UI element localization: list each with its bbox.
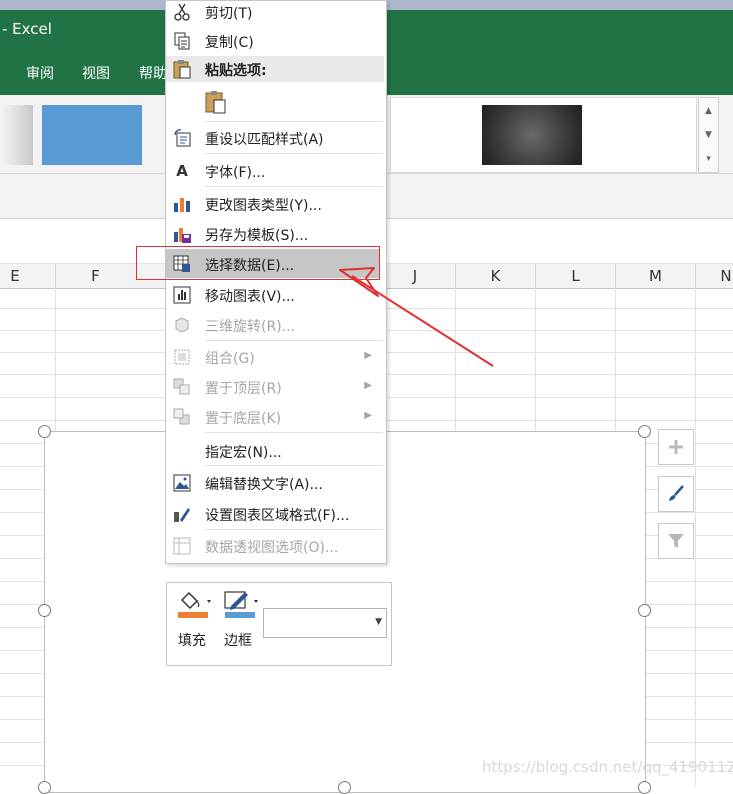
column-header-n[interactable]: N [696, 264, 733, 288]
border-label: 边框 [224, 633, 252, 649]
tab-view[interactable]: 视图 [82, 63, 110, 83]
gallery-up-icon[interactable]: ▲ [700, 100, 717, 122]
border-button[interactable] [223, 590, 263, 620]
alt-text-icon [173, 474, 191, 492]
brush-icon [669, 485, 684, 501]
resize-handle[interactable] [638, 604, 651, 617]
column-header-f[interactable]: F [56, 264, 135, 288]
column-header-e[interactable]: E [0, 264, 30, 288]
menu-item-reset-style[interactable]: 重设以匹配样式(A) [166, 124, 384, 152]
menu-separator [205, 432, 383, 433]
resize-handle[interactable] [638, 781, 651, 794]
resize-handle[interactable] [338, 781, 351, 794]
menu-item-copy[interactable]: 复制(C) [166, 27, 384, 55]
chart-style-thumbnail[interactable] [0, 105, 33, 165]
menu-separator [205, 186, 383, 187]
reset-style-icon [173, 129, 191, 147]
column-header-m[interactable]: M [616, 264, 695, 288]
menu-item-send-to-back[interactable]: 置于底层(K) ▶ [166, 403, 384, 431]
menu-separator [205, 529, 383, 530]
menu-item-paste-options: 粘贴选项: [166, 55, 384, 83]
chevron-right-icon: ▶ [364, 410, 372, 421]
menu-item-pivot-chart-options[interactable]: 数据透视图选项(O)... [166, 532, 384, 560]
move-chart-icon [173, 286, 191, 304]
border-pen-icon [224, 591, 258, 618]
chart-filters-button[interactable] [658, 523, 694, 559]
menu-separator [205, 121, 383, 122]
resize-handle[interactable] [38, 604, 51, 617]
gallery-scroller: ▲ ▼ ▾ [698, 97, 719, 173]
font-a-icon: A [176, 162, 188, 180]
gallery-more-icon[interactable]: ▾ [700, 148, 717, 170]
chart-style-thumbnail[interactable] [42, 105, 142, 165]
save-template-icon [173, 225, 191, 243]
group-icon [173, 348, 191, 366]
scissors-icon [173, 3, 191, 21]
annotation-arrow-icon [339, 267, 494, 367]
column-header-l[interactable]: L [536, 264, 615, 288]
menu-item-cut[interactable]: 剪切(T) [166, 0, 384, 26]
fill-label: 填充 [178, 633, 206, 649]
filter-icon [668, 534, 684, 548]
gallery-down-icon[interactable]: ▼ [700, 124, 717, 146]
resize-handle[interactable] [38, 425, 51, 438]
menu-item-edit-alt-text[interactable]: 编辑替换文字(A)... [166, 469, 384, 497]
bring-front-icon [173, 378, 191, 396]
chevron-down-icon: ▼ [375, 617, 382, 627]
resize-handle[interactable] [638, 425, 651, 438]
send-back-icon [173, 408, 191, 426]
chart-elements-button[interactable] [658, 429, 694, 465]
pivot-options-icon [173, 537, 191, 555]
chart-style-thumbnail[interactable] [482, 105, 582, 165]
bar-chart-icon [173, 195, 191, 213]
menu-item-font[interactable]: A 字体(F)... [166, 157, 384, 185]
chart-element-dropdown[interactable]: ▼ [263, 608, 387, 638]
chart-styles-button[interactable] [658, 476, 694, 512]
paste-keep-format-button[interactable] [205, 90, 227, 114]
menu-item-format-chart-area[interactable]: 设置图表区域格式(F)... [166, 500, 384, 528]
tab-review[interactable]: 审阅 [26, 63, 54, 83]
resize-handle[interactable] [38, 781, 51, 794]
menu-separator [205, 153, 383, 154]
tab-help[interactable]: 帮助 [139, 63, 167, 83]
plus-icon [669, 440, 683, 454]
menu-separator [205, 465, 383, 466]
grid-line [695, 288, 696, 787]
app-title: - Excel [2, 20, 52, 38]
menu-item-change-chart-type[interactable]: 更改图表类型(Y)... [166, 190, 384, 218]
fill-button[interactable] [176, 590, 216, 620]
format-area-icon [173, 505, 191, 523]
fill-bucket-icon [178, 591, 211, 618]
menu-item-assign-macro[interactable]: 指定宏(N)... [166, 437, 384, 465]
chevron-right-icon: ▶ [364, 380, 372, 391]
watermark: https://blog.csdn.net/qq_41901122 [482, 758, 733, 776]
paste-icon [205, 91, 226, 114]
clipboard-icon [173, 60, 191, 79]
copy-icon [173, 32, 191, 50]
3d-rotation-icon [173, 316, 191, 334]
menu-item-save-as-template[interactable]: 另存为模板(S)... [166, 220, 384, 248]
